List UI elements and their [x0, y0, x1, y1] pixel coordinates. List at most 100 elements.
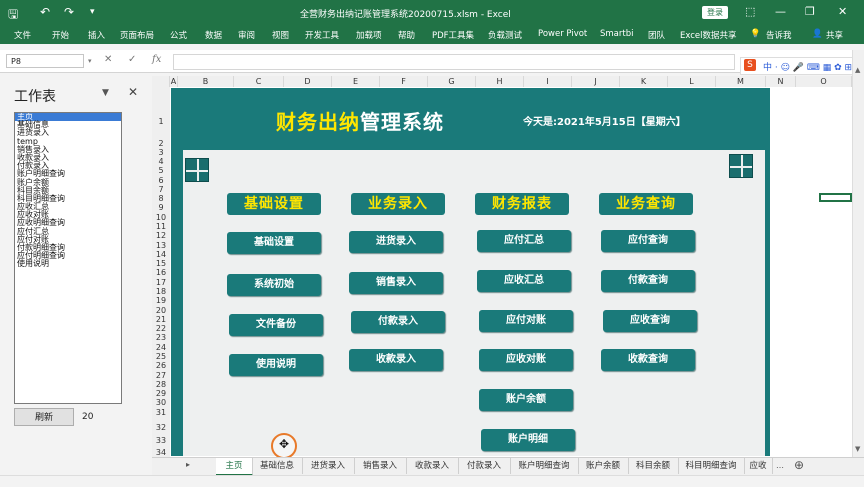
row-header[interactable]: 18	[152, 287, 170, 296]
redo-icon[interactable]: ↷	[64, 5, 74, 19]
sheet-tab[interactable]: 收款录入	[406, 458, 459, 474]
tell-me-input[interactable]: 告诉我	[766, 29, 792, 41]
scroll-up-icon[interactable]: ▲	[855, 66, 860, 74]
account-balance-button[interactable]: 账户余额	[479, 389, 573, 411]
user-icon[interactable]: 👤	[812, 29, 823, 39]
receipt-entry-button[interactable]: 收款录入	[349, 349, 443, 371]
purchase-entry-button[interactable]: 进货录入	[349, 231, 443, 253]
sheet-tab[interactable]: 账户明细查询	[510, 458, 579, 474]
row-header[interactable]: 12	[152, 231, 170, 240]
active-cell[interactable]	[819, 193, 852, 202]
sheet-tab[interactable]: 进货录入	[302, 458, 355, 474]
column-header[interactable]: K	[620, 76, 668, 87]
row-header[interactable]: 20	[152, 306, 170, 315]
tab-formulas[interactable]: 公式	[170, 29, 187, 41]
row-header[interactable]: 30	[152, 398, 170, 407]
vertical-scrollbar[interactable]: ▲ ▼	[852, 50, 864, 457]
pane-options-icon[interactable]: ▼	[102, 88, 109, 98]
name-box[interactable]: P8	[6, 54, 84, 68]
user-guide-button[interactable]: 使用说明	[229, 354, 323, 376]
row-header[interactable]: 4	[152, 157, 170, 166]
row-header[interactable]: 33	[152, 436, 170, 445]
select-all-corner[interactable]	[152, 76, 170, 87]
column-header[interactable]: L	[668, 76, 716, 87]
row-header[interactable]: 29	[152, 389, 170, 398]
column-header[interactable]: D	[284, 76, 332, 87]
row-header[interactable]: 34	[152, 448, 170, 457]
row-header[interactable]: 15	[152, 259, 170, 268]
column-header[interactable]: F	[380, 76, 428, 87]
row-header[interactable]: 14	[152, 250, 170, 259]
row-header[interactable]: 16	[152, 268, 170, 277]
payment-query-button[interactable]: 付款查询	[601, 270, 695, 292]
tab-developer[interactable]: 开发工具	[305, 29, 339, 41]
row-header[interactable]: 25	[152, 352, 170, 361]
sheet-tab[interactable]: 科目余额	[628, 458, 679, 474]
row-header[interactable]: 26	[152, 361, 170, 370]
save-icon[interactable]: 🖫	[8, 5, 18, 26]
tab-excel-share[interactable]: Excel数据共享	[680, 29, 737, 41]
tab-review[interactable]: 审阅	[238, 29, 255, 41]
tab-page-layout[interactable]: 页面布局	[120, 29, 154, 41]
tab-pdf-tools[interactable]: PDF工具集	[432, 29, 474, 41]
row-header[interactable]: 2	[152, 139, 170, 148]
sheet-tab[interactable]: 账户余额	[578, 458, 629, 474]
tab-help[interactable]: 帮助	[398, 29, 415, 41]
row-header[interactable]: 28	[152, 380, 170, 389]
row-header[interactable]: 11	[152, 222, 170, 231]
formula-input[interactable]	[173, 54, 735, 70]
tab-load-test[interactable]: 负载测试	[488, 29, 522, 41]
tab-team[interactable]: 团队	[648, 29, 665, 41]
row-header[interactable]: 23	[152, 333, 170, 342]
column-header[interactable]: J	[572, 76, 620, 87]
tab-view[interactable]: 视图	[272, 29, 289, 41]
account-detail-button[interactable]: 账户明细	[481, 429, 575, 451]
ime-toolbar[interactable]: S 中 · ☺ 🎤 ⌨ ▦ ✿ ⊞	[740, 57, 854, 75]
scroll-down-icon[interactable]: ▼	[855, 445, 860, 453]
sheet-tab[interactable]: 主页	[216, 458, 253, 476]
tab-data[interactable]: 数据	[205, 29, 222, 41]
minimize-button[interactable]: —	[775, 5, 786, 18]
row-header[interactable]: 9	[152, 203, 170, 212]
enter-icon[interactable]: ✓	[128, 54, 136, 65]
refresh-button[interactable]: 刷新	[14, 408, 74, 426]
tab-more-icon[interactable]: …	[776, 461, 784, 470]
insert-function-icon[interactable]: fx	[152, 54, 161, 65]
row-header[interactable]: 19	[152, 296, 170, 305]
receipt-query-button[interactable]: 收款查询	[601, 349, 695, 371]
new-sheet-button[interactable]: ⊕	[794, 458, 804, 472]
sales-entry-button[interactable]: 销售录入	[349, 272, 443, 294]
tab-file[interactable]: 文件	[14, 29, 31, 41]
row-header[interactable]: 7	[152, 185, 170, 194]
row-header[interactable]: 32	[152, 423, 170, 432]
customize-qat-icon[interactable]: ▾	[90, 7, 95, 17]
column-header[interactable]: H	[476, 76, 524, 87]
system-init-button[interactable]: 系统初始	[227, 274, 321, 296]
row-header[interactable]: 27	[152, 371, 170, 380]
column-header[interactable]: B	[178, 76, 234, 87]
sheet-tab[interactable]: 销售录入	[354, 458, 407, 474]
row-header[interactable]: 8	[152, 194, 170, 203]
column-header[interactable]: M	[716, 76, 766, 87]
ime-status-icon[interactable]: 中 · ☺ 🎤 ⌨ ▦ ✿ ⊞	[763, 60, 852, 73]
sheet-list-item[interactable]: 使用说明	[15, 260, 121, 268]
receivable-summary-button[interactable]: 应收汇总	[477, 270, 571, 292]
row-header[interactable]: 5	[152, 166, 170, 175]
receivable-reconcile-button[interactable]: 应收对账	[479, 349, 573, 371]
sheet-tab[interactable]: 科目明细查询	[678, 458, 745, 474]
tab-addins[interactable]: 加载项	[356, 29, 382, 41]
column-header[interactable]: E	[332, 76, 380, 87]
sheet-tab[interactable]: 应收	[744, 458, 773, 474]
share-button[interactable]: 共享	[826, 29, 843, 41]
tab-power-pivot[interactable]: Power Pivot	[538, 29, 587, 39]
row-header[interactable]: 21	[152, 315, 170, 324]
name-box-dropdown-icon[interactable]: ▾	[88, 57, 92, 65]
column-header[interactable]: I	[524, 76, 572, 87]
lightbulb-icon[interactable]: 💡	[750, 29, 761, 39]
column-header[interactable]: N	[766, 76, 796, 87]
receivable-query-button[interactable]: 应收查询	[603, 310, 697, 332]
row-header[interactable]: 1	[152, 117, 170, 126]
close-button[interactable]: ✕	[838, 5, 847, 18]
tab-insert[interactable]: 插入	[88, 29, 105, 41]
row-header[interactable]: 3	[152, 148, 170, 157]
